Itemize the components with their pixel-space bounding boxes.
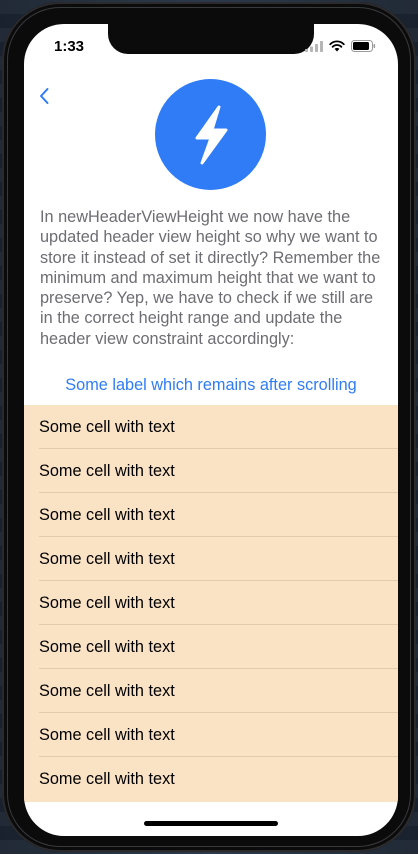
header-description: In newHeaderViewHeight we now have the u… [40, 208, 381, 348]
status-icons [305, 40, 376, 52]
table-cell[interactable]: Some cell with text [24, 757, 398, 801]
lightning-bolt-icon [195, 105, 227, 164]
table-cell[interactable]: Some cell with text [24, 581, 398, 625]
battery-icon [351, 40, 376, 52]
table-cell[interactable]: Some cell with text [24, 537, 398, 581]
app-screen: 1:33 In newHeaderViewHeight we now have … [24, 24, 398, 836]
table-cell[interactable]: Some cell with text [24, 625, 398, 669]
signal-icon [305, 40, 323, 52]
table-cell[interactable]: Some cell with text [24, 493, 398, 537]
device-frame: 1:33 In newHeaderViewHeight we now have … [2, 2, 416, 852]
home-indicator[interactable] [144, 821, 278, 826]
table-view[interactable]: Some cell with text Some cell with text … [24, 405, 398, 802]
status-time: 1:33 [54, 38, 85, 55]
table-cell[interactable]: Some cell with text [24, 669, 398, 713]
table-cell[interactable]: Some cell with text [24, 449, 398, 493]
back-button[interactable] [30, 82, 58, 110]
chevron-left-icon [40, 88, 49, 104]
app-logo [155, 79, 266, 190]
wifi-icon [329, 40, 345, 52]
table-cell[interactable]: Some cell with text [24, 713, 398, 757]
sticky-label: Some label which remains after scrolling [65, 376, 357, 394]
table-cell[interactable]: Some cell with text [24, 405, 398, 449]
device-notch [108, 24, 314, 54]
